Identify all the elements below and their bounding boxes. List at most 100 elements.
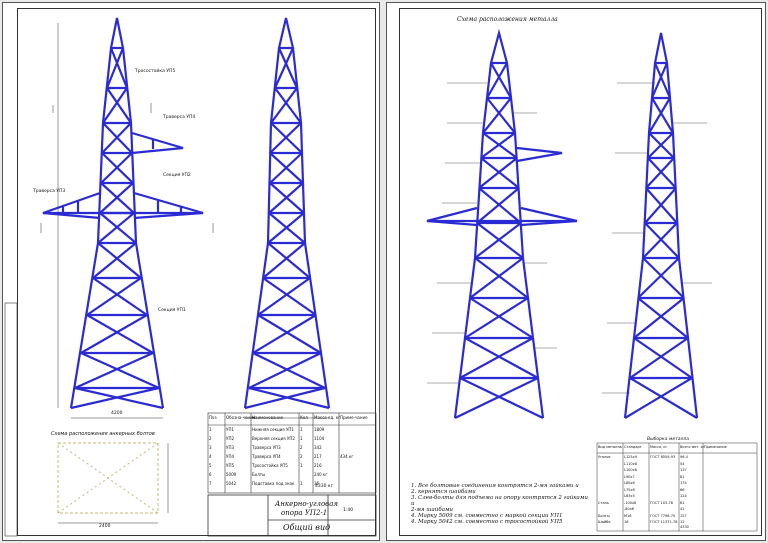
selection-cell: Стандарт xyxy=(624,445,642,449)
right-sheet: Схема расположения металла Выборка метал… xyxy=(386,2,766,541)
selection-cell: Примечание xyxy=(704,445,727,449)
selection-cell: 4330 xyxy=(680,525,689,529)
selection-cell: Вид металла xyxy=(598,445,622,449)
selection-cell: L110x8 xyxy=(624,461,637,466)
spec-cell: 342 xyxy=(314,445,322,450)
drawing-viewer: Схема расположения анкерных болтов Тросо… xyxy=(0,0,768,543)
spec-cell: 1104 xyxy=(314,436,325,441)
bolt-dim-label: 2400 xyxy=(99,524,111,529)
spec-cell: 7 xyxy=(209,481,212,486)
title-subtitle: Общий вид xyxy=(283,523,331,532)
selection-cell: ГОСТ 7798-70 xyxy=(650,513,676,518)
spec-cell: 3 xyxy=(209,445,212,450)
spec-cell: 1 xyxy=(209,427,212,432)
selection-cell: 81 xyxy=(680,474,685,479)
traversa-up4-label: Траверса УП4 xyxy=(163,115,196,120)
sekcia-up1-label: Секция УП1 xyxy=(158,308,186,313)
metal-layout-tower-b xyxy=(623,32,699,419)
selection-cell: 61 xyxy=(680,500,685,505)
sekcia-up2-label: Секция УП2 xyxy=(163,173,191,178)
spec-cell: УП1 xyxy=(226,427,234,432)
spec-cell: Поз xyxy=(209,415,217,420)
title-scale: 1:40 xyxy=(343,508,354,513)
trosostoika-label: Тросостойка УП5 xyxy=(135,69,176,74)
selection-cell: ГОСТ 8509-93 xyxy=(650,455,676,459)
selection-cell: Масса, кг xyxy=(650,445,668,449)
spec-cell: Масса ед. кг xyxy=(314,415,341,420)
metal-layout-title: Схема расположения металла xyxy=(457,16,558,23)
spec-cell: Болты xyxy=(252,472,266,477)
bolt-scheme-title: Схема расположения анкерных болтов xyxy=(51,431,155,437)
spec-cell: УП3 xyxy=(226,445,234,450)
traversa-up3-label: Траверса УП3 xyxy=(33,189,66,194)
spec-cell: Тросостойка УП5 xyxy=(252,463,288,468)
spec-cell: 1 xyxy=(300,481,303,486)
selection-cell: 12 xyxy=(680,520,685,524)
selection-table: Вид металла Стандарт Масса, кг Всего мет. к… xyxy=(597,443,757,531)
metal-layout-tower-a xyxy=(426,28,578,419)
spec-cell: 4 xyxy=(209,454,212,459)
selection-cell: L125x9 xyxy=(624,455,637,459)
spec-cell: Верхняя секция УП2 xyxy=(252,436,295,441)
spec-cell: 1809 xyxy=(314,427,325,432)
spec-cell: 1 xyxy=(300,463,303,468)
selection-cell: L90x7 xyxy=(624,474,635,479)
selection-cell: -80x6 xyxy=(624,507,635,511)
selection-cell: 16 xyxy=(624,520,629,524)
selection-cell: 54 xyxy=(680,461,685,466)
spec-cell: 434 кг xyxy=(340,454,354,459)
selection-cell: Уголок xyxy=(598,455,611,459)
selection-cell: 96.4 xyxy=(680,455,688,459)
selection-cell: ГОСТ 11371-78 xyxy=(650,520,678,524)
selection-cell: -100x8 xyxy=(624,500,637,505)
selection-cell: ГОСТ 103-76 xyxy=(650,500,673,505)
selection-cell: Всего мет. кг xyxy=(680,445,705,449)
spec-cell: 1 xyxy=(300,427,303,432)
note-line: 3. Слев-болты для подъема на опору контр… xyxy=(411,495,588,507)
left-sheet: Схема расположения анкерных болтов Тросо… xyxy=(2,2,380,541)
spec-cell: 2 xyxy=(300,454,303,459)
front-view-tower xyxy=(42,17,204,410)
spec-cell: 216 xyxy=(314,463,322,468)
spec-cell: Приме-чание xyxy=(340,415,368,420)
selection-cell: 124 xyxy=(680,494,687,498)
spec-cell: 5042 xyxy=(226,481,237,486)
selection-cell: L63x5 xyxy=(624,494,635,498)
selection-cell: Болты xyxy=(598,513,610,518)
spec-cell: 5009 xyxy=(226,472,237,477)
selection-cell: L80x6 xyxy=(624,481,635,485)
title-name-2: опора УП2-1 xyxy=(281,509,328,517)
anchor-bolt-scheme xyxy=(57,442,159,514)
title-name-1: Анкерно-угловая xyxy=(275,500,339,508)
tower-width-label: 4200 xyxy=(111,411,123,416)
selection-cell: 137 xyxy=(680,468,687,472)
spec-cell: Обозна-чение xyxy=(226,415,256,420)
spec-cell: Траверса УП4 xyxy=(252,454,281,459)
spec-cell: 217 xyxy=(314,454,322,459)
spec-cell: 6 xyxy=(209,472,212,477)
selection-cell: 66 xyxy=(680,487,685,492)
spec-cell: Наименование xyxy=(252,415,284,420)
spec-cell: Траверса УП3 xyxy=(252,445,281,450)
spec-cell: УП4 xyxy=(226,454,234,459)
selection-cell: М16 xyxy=(624,513,632,518)
side-view-tower xyxy=(243,17,331,410)
selection-cell: Шайба xyxy=(598,520,611,524)
spec-cell: 2 xyxy=(300,445,303,450)
spec-cell: Нижняя секция УП1 xyxy=(252,427,294,432)
spec-cell: УП2 xyxy=(226,436,234,441)
selection-cell: L100x8 xyxy=(624,468,637,472)
selection-cell: 41 xyxy=(680,507,685,511)
selection-table-title: Выборка металла xyxy=(647,437,689,442)
spec-table: Поз Обозна-чение Наименование Кол Масса ед. … xyxy=(208,413,376,493)
selection-cell: 157 xyxy=(680,513,687,518)
spec-cell: УП5 xyxy=(226,463,234,468)
notes-block: 1. Все болтовые соединения контрятся 2-м… xyxy=(411,483,591,525)
note-line: 4. Марку 5042 см. совместно с тросостойк… xyxy=(411,519,563,525)
member-leaders xyxy=(427,82,712,394)
spec-cell: Подставка под знак xyxy=(252,481,295,486)
spec-cell: 2 xyxy=(209,436,212,441)
spec-cell: 5 xyxy=(209,463,212,468)
selection-cell: L75x6 xyxy=(624,487,635,492)
spec-cell: Кол xyxy=(300,415,308,420)
